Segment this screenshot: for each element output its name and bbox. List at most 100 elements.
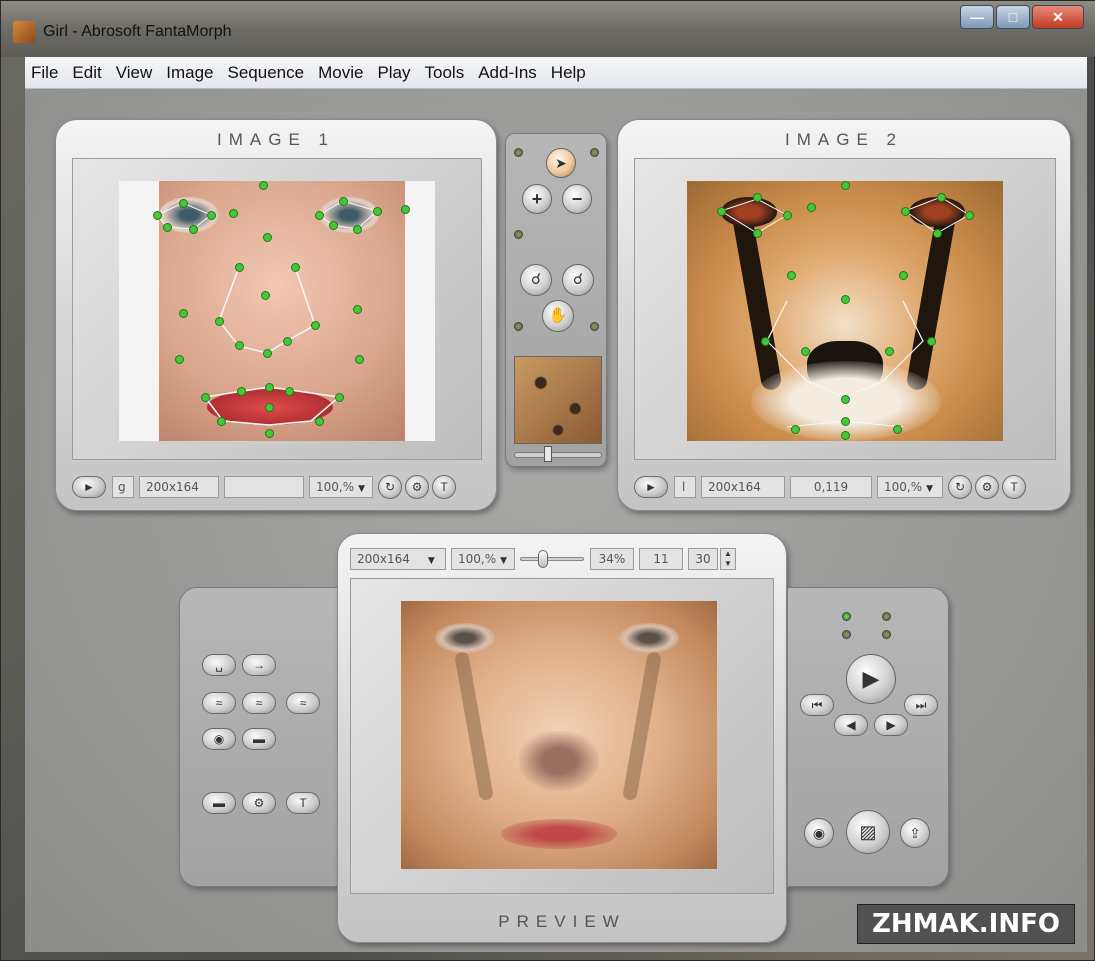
settings-icon[interactable]: ⚙ — [242, 792, 276, 814]
control-point[interactable] — [885, 347, 894, 356]
image2-photo[interactable] — [687, 181, 1003, 441]
control-point[interactable] — [179, 309, 188, 318]
select-arrow-icon[interactable]: ➤ — [546, 148, 576, 178]
control-point[interactable] — [841, 431, 850, 440]
fps-spinner-icon[interactable]: ▲ ▼ — [720, 548, 736, 570]
hand-icon[interactable]: ✋ — [542, 300, 574, 332]
control-point[interactable] — [153, 211, 162, 220]
close-button[interactable]: ✕ — [1032, 5, 1084, 29]
control-point[interactable] — [265, 403, 274, 412]
control-point[interactable] — [229, 209, 238, 218]
play-icon[interactable]: ▶ — [846, 654, 896, 704]
eye-icon[interactable]: ◉ — [202, 728, 236, 750]
export-icon[interactable]: ⇪ — [900, 818, 930, 848]
morph-1-icon[interactable]: ≈ — [202, 692, 236, 714]
control-point[interactable] — [791, 425, 800, 434]
control-point[interactable] — [235, 263, 244, 272]
control-point[interactable] — [175, 355, 184, 364]
control-point[interactable] — [335, 393, 344, 402]
image2-text-button[interactable]: T — [1002, 475, 1026, 499]
image2-rotate-button[interactable]: ↻ — [948, 475, 972, 499]
maximize-button[interactable]: □ — [996, 5, 1030, 29]
image1-rotate-button[interactable]: ↻ — [378, 475, 402, 499]
zoom-in-icon[interactable]: ☌ — [520, 264, 552, 296]
control-point[interactable] — [783, 211, 792, 220]
menu-file[interactable]: File — [25, 63, 65, 83]
control-point[interactable] — [311, 321, 320, 330]
image2-zoom-select[interactable]: 100,% ▼ — [877, 476, 943, 498]
image1-zoom-select[interactable]: 100,% ▼ — [309, 476, 373, 498]
preview-slider[interactable] — [520, 548, 584, 570]
film-icon[interactable]: ▨ — [846, 810, 890, 854]
menu-tools[interactable]: Tools — [418, 63, 472, 83]
control-point[interactable] — [899, 271, 908, 280]
control-point[interactable] — [283, 337, 292, 346]
menu-sequence[interactable]: Sequence — [221, 63, 312, 83]
text-icon[interactable]: T — [286, 792, 320, 814]
control-point[interactable] — [265, 383, 274, 392]
control-point[interactable] — [353, 305, 362, 314]
add-point-icon[interactable]: + — [522, 184, 552, 214]
control-point[interactable] — [263, 233, 272, 242]
control-point[interactable] — [841, 181, 850, 190]
image2-open-button[interactable]: ► — [634, 476, 668, 498]
control-point[interactable] — [893, 425, 902, 434]
image1-open-button[interactable]: ► — [72, 476, 106, 498]
control-point[interactable] — [355, 355, 364, 364]
control-point[interactable] — [285, 387, 294, 396]
zoom-out-icon[interactable]: ☌ — [562, 264, 594, 296]
control-point[interactable] — [163, 223, 172, 232]
first-frame-icon[interactable]: ⏮ — [800, 694, 834, 716]
last-frame-icon[interactable]: ⏭ — [904, 694, 938, 716]
control-point[interactable] — [937, 193, 946, 202]
control-point[interactable] — [189, 225, 198, 234]
thumbnail-slider[interactable] — [514, 452, 602, 458]
control-point[interactable] — [207, 211, 216, 220]
control-point[interactable] — [263, 349, 272, 358]
control-point[interactable] — [315, 417, 324, 426]
control-point[interactable] — [801, 347, 810, 356]
control-point[interactable] — [265, 429, 274, 438]
morph-2-icon[interactable]: ≈ — [242, 692, 276, 714]
minimize-button[interactable]: — — [960, 5, 994, 29]
control-point[interactable] — [235, 341, 244, 350]
control-point[interactable] — [217, 417, 226, 426]
next-frame-icon[interactable]: ▶ — [874, 714, 908, 736]
control-point[interactable] — [753, 229, 762, 238]
control-point[interactable] — [841, 295, 850, 304]
control-point[interactable] — [339, 197, 348, 206]
control-point[interactable] — [329, 221, 338, 230]
image2-settings-button[interactable]: ⚙ — [975, 475, 999, 499]
control-point[interactable] — [259, 181, 268, 190]
prev-frame-icon[interactable]: ◀ — [834, 714, 868, 736]
thumbnail-slider-handle[interactable] — [544, 446, 552, 462]
control-point[interactable] — [761, 337, 770, 346]
menu-view[interactable]: View — [109, 63, 160, 83]
menu-help[interactable]: Help — [544, 63, 593, 83]
control-point[interactable] — [315, 211, 324, 220]
control-point[interactable] — [373, 207, 382, 216]
menu-image[interactable]: Image — [159, 63, 220, 83]
control-point[interactable] — [807, 203, 816, 212]
control-point[interactable] — [927, 337, 936, 346]
tool-1-icon[interactable]: ▬ — [202, 792, 236, 814]
control-point[interactable] — [215, 317, 224, 326]
control-point[interactable] — [261, 291, 270, 300]
control-point[interactable] — [291, 263, 300, 272]
image1-photo[interactable] — [119, 181, 435, 441]
preview-size-select[interactable]: 200x164 ▼ — [350, 548, 446, 570]
mask-icon[interactable]: ▬ — [242, 728, 276, 750]
control-point[interactable] — [965, 211, 974, 220]
control-point[interactable] — [401, 205, 410, 214]
control-point[interactable] — [753, 193, 762, 202]
control-point[interactable] — [237, 387, 246, 396]
image1-text-button[interactable]: T — [432, 475, 456, 499]
remove-point-icon[interactable]: − — [562, 184, 592, 214]
preview-slider-handle[interactable] — [538, 550, 548, 568]
preview-zoom-select[interactable]: 100,% ▼ — [451, 548, 515, 570]
camera-icon[interactable]: ◉ — [804, 818, 834, 848]
control-point[interactable] — [787, 271, 796, 280]
control-point[interactable] — [353, 225, 362, 234]
menu-add-ins[interactable]: Add-Ins — [471, 63, 544, 83]
control-point[interactable] — [901, 207, 910, 216]
